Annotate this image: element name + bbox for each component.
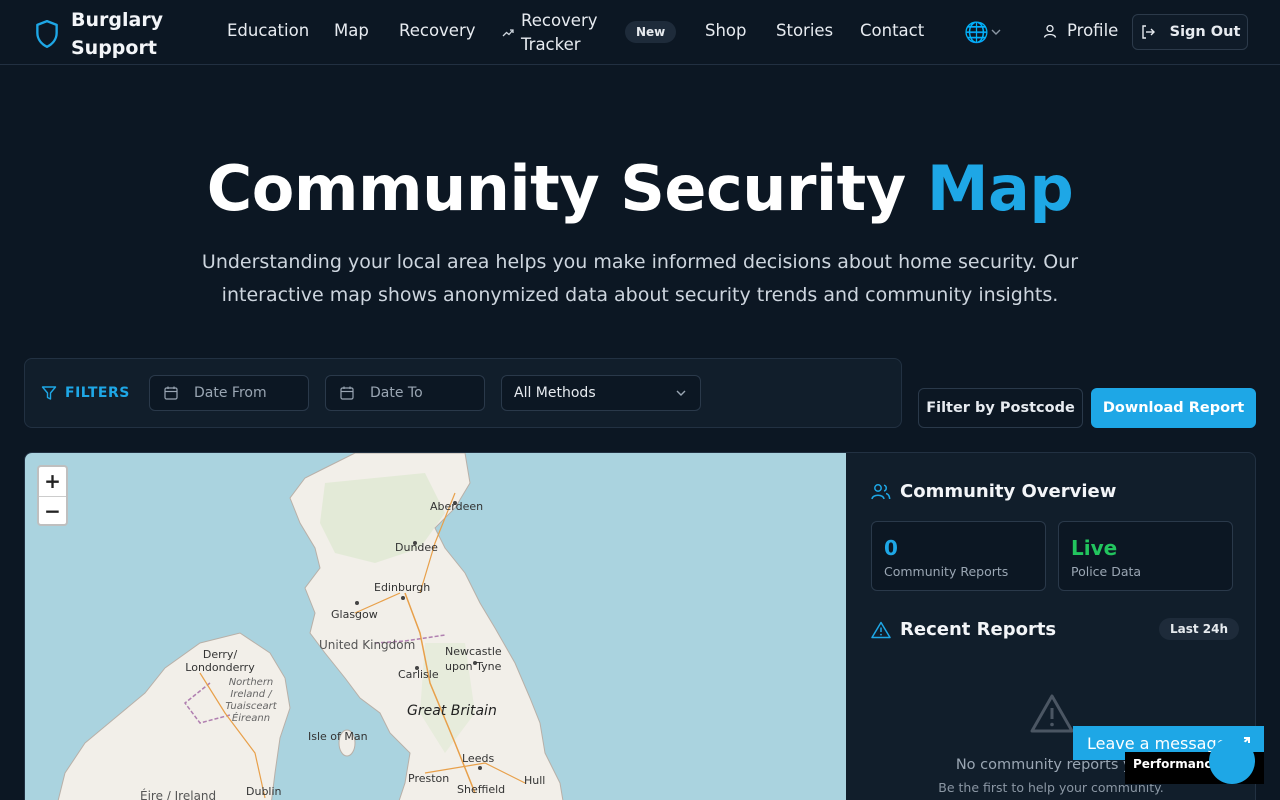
date-to-input[interactable]: Date To — [325, 375, 485, 411]
filter-by-postcode-button[interactable]: Filter by Postcode — [918, 388, 1083, 428]
method-select-value: All Methods — [514, 385, 596, 401]
nav-recovery[interactable]: Recovery — [399, 21, 476, 40]
language-selector[interactable]: 🌐 — [964, 20, 1001, 44]
alert-triangle-icon — [871, 621, 891, 638]
globe-icon: 🌐 — [964, 20, 989, 44]
shield-icon — [36, 19, 58, 49]
zoom-out-button[interactable]: − — [39, 496, 66, 525]
zoom-control: + − — [37, 465, 68, 526]
map-label-isle-of-man: Isle of Man — [308, 730, 368, 743]
map-label-carlisle: Carlisle — [398, 668, 439, 681]
map-label-dublin: Dublin — [246, 785, 282, 798]
map-label-united-kingdom: United Kingdom — [319, 638, 416, 652]
trending-up-icon — [502, 29, 514, 37]
log-out-icon — [1141, 25, 1155, 39]
nav-map[interactable]: Map — [334, 21, 369, 40]
page-subtitle: Understanding your local area helps you … — [201, 251, 1079, 306]
profile-link[interactable]: Profile — [1043, 21, 1118, 40]
stat-label: Police Data — [1071, 564, 1142, 579]
map-label-dundee: Dundee — [395, 541, 438, 554]
map-label-preston: Preston — [408, 772, 450, 785]
nav-shop[interactable]: Shop — [705, 21, 747, 40]
alert-triangle-icon — [1030, 694, 1074, 733]
nav-stories[interactable]: Stories — [776, 21, 833, 40]
chat-fab-button[interactable] — [1209, 738, 1255, 784]
user-icon — [1043, 24, 1057, 38]
users-icon — [871, 483, 891, 499]
nav-recovery-tracker[interactable]: Recovery Tracker — [502, 9, 601, 57]
brand-logo[interactable]: Burglary Support — [34, 6, 171, 62]
interactive-map[interactable]: Aberdeen Dundee Edinburgh Glasgow United… — [25, 453, 846, 800]
map-label-glasgow: Glasgow — [331, 608, 378, 621]
chevron-down-icon — [991, 29, 1001, 35]
nav-education[interactable]: Education — [227, 21, 309, 40]
chevron-down-icon — [676, 390, 686, 396]
date-from-placeholder: Date From — [194, 385, 267, 401]
stat-police-data: Live Police Data — [1058, 521, 1233, 591]
zoom-in-button[interactable]: + — [39, 467, 66, 496]
filters-label: FILTERS — [41, 385, 130, 401]
map-label-derry: Derry/ Londonderry — [185, 648, 255, 674]
profile-label: Profile — [1067, 21, 1119, 40]
city-marker — [478, 766, 482, 770]
map-label-hull: Hull — [524, 774, 546, 787]
map-label-sheffield: Sheffield — [457, 783, 506, 796]
brand-name: Burglary Support — [71, 9, 164, 59]
filters-bar: FILTERS Date From Date To All Methods — [24, 358, 902, 428]
map-label-great-britain: Great Britain — [407, 703, 497, 719]
stat-value: Live — [1071, 536, 1118, 560]
tracker-label: Recovery Tracker — [521, 11, 598, 54]
stat-value: 0 — [884, 536, 898, 560]
stat-label: Community Reports — [884, 564, 1009, 579]
map-label-newcastle: Newcastle upon Tyne — [445, 645, 502, 673]
leave-message-label: Leave a message — [1087, 733, 1227, 753]
sign-out-button[interactable]: Sign Out — [1132, 14, 1248, 50]
map-label-leeds: Leeds — [462, 752, 495, 765]
map-container: Aberdeen Dundee Edinburgh Glasgow United… — [24, 452, 1256, 800]
filter-icon — [41, 386, 57, 400]
download-report-button[interactable]: Download Report — [1091, 388, 1256, 428]
community-overview-heading: Community Overview — [871, 481, 1116, 502]
sign-out-label: Sign Out — [1169, 24, 1241, 40]
page-title-accent: Map — [926, 152, 1074, 225]
recent-reports-title: Recent Reports — [900, 619, 1057, 640]
map-label-aberdeen: Aberdeen — [430, 500, 484, 513]
new-badge: New — [625, 21, 677, 43]
city-marker — [401, 596, 405, 600]
calendar-icon — [340, 386, 354, 400]
map-label-edinburgh: Edinburgh — [374, 581, 431, 594]
last-24h-badge: Last 24h — [1159, 618, 1240, 640]
date-to-placeholder: Date To — [370, 385, 423, 401]
page-title-main: Community Security — [206, 152, 906, 225]
top-navigation: Burglary Support Education Map Recovery … — [0, 0, 1280, 65]
map-label-eire: Éire / Ireland — [140, 789, 217, 800]
date-from-input[interactable]: Date From — [149, 375, 309, 411]
page-title: Community Security Map — [0, 152, 1280, 225]
stat-community-reports: 0 Community Reports — [871, 521, 1046, 591]
city-marker — [355, 601, 359, 605]
nav-contact[interactable]: Contact — [860, 21, 924, 40]
map-label-northern-ireland: Northern Ireland / Tuaisceart Éireann — [225, 677, 277, 724]
calendar-icon — [164, 386, 178, 400]
community-overview-title: Community Overview — [900, 481, 1117, 502]
recent-reports-heading: Recent Reports — [871, 619, 1056, 640]
method-select[interactable]: All Methods — [501, 375, 701, 411]
filters-label-text: FILTERS — [65, 385, 130, 401]
